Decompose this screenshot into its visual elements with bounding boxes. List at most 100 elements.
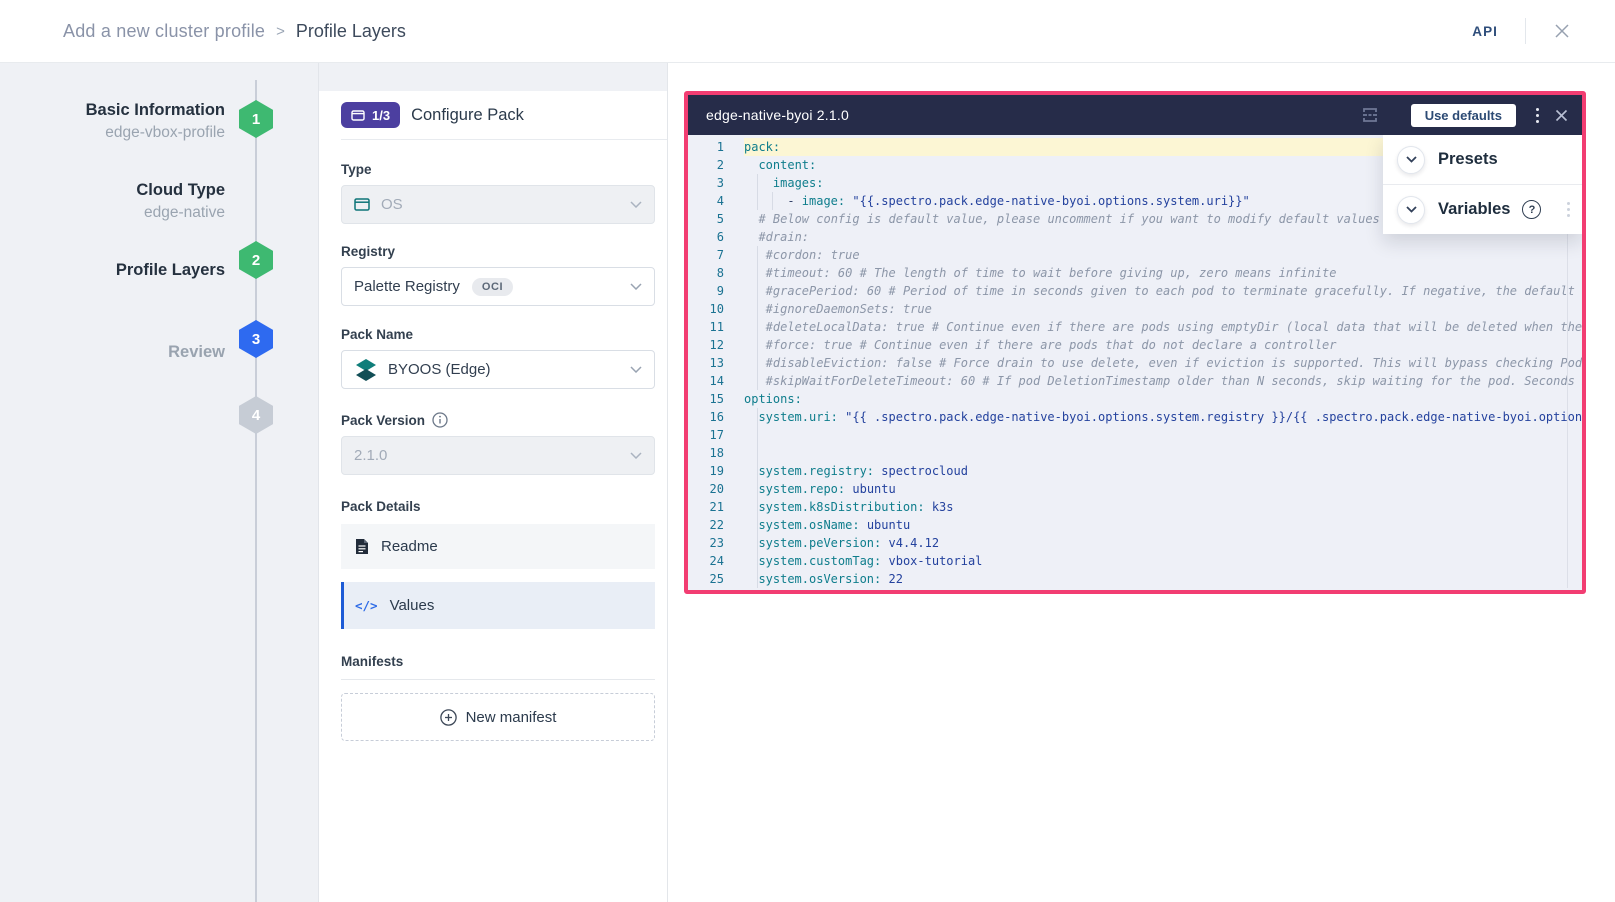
- breadcrumb-current: Profile Layers: [296, 21, 406, 42]
- chevron-down-icon: [630, 283, 642, 290]
- code-line[interactable]: 17: [688, 426, 1582, 444]
- step-badge-2[interactable]: 2: [239, 241, 273, 279]
- editor-kebab-menu-icon[interactable]: [1534, 106, 1541, 125]
- readme-doc-icon: [355, 538, 369, 555]
- step-badge-1[interactable]: 1: [239, 100, 273, 138]
- presets-row[interactable]: Presets: [1383, 135, 1582, 185]
- pack-version-value: 2.1.0: [354, 447, 387, 464]
- code-line[interactable]: 20 system.repo: ubuntu: [688, 480, 1582, 498]
- code-line[interactable]: 7 #cordon: true: [688, 246, 1582, 264]
- code-line[interactable]: 12 #force: true # Continue even if there…: [688, 336, 1582, 354]
- step-cloud-type[interactable]: Cloud Type edge-native: [0, 179, 225, 224]
- code-line[interactable]: 9 #gracePeriod: 60 # Period of time in s…: [688, 282, 1582, 300]
- step-badge-4[interactable]: 4: [239, 396, 273, 434]
- variables-label: Variables: [1438, 200, 1510, 219]
- line-number: 4: [688, 192, 744, 210]
- editor-header: edge-native-byoi 2.1.0 Use defaults: [688, 95, 1582, 135]
- pack-name-value: BYOOS (Edge): [388, 361, 491, 378]
- breadcrumb-root[interactable]: Add a new cluster profile: [63, 21, 265, 42]
- chevron-down-icon: [630, 452, 642, 459]
- values-tab[interactable]: </> Values: [341, 582, 655, 629]
- code-line[interactable]: 23 system.peVersion: v4.4.12: [688, 534, 1582, 552]
- code-line[interactable]: 25 system.osVersion: 22: [688, 570, 1582, 588]
- variables-row[interactable]: Variables ?: [1383, 185, 1582, 234]
- code-icon: </>: [355, 598, 378, 613]
- code-line[interactable]: 16 system.uri: "{{ .spectro.pack.edge-na…: [688, 408, 1582, 426]
- breadcrumb-separator: >: [276, 23, 285, 40]
- pack-version-select: 2.1.0: [341, 436, 655, 475]
- api-button[interactable]: API: [1472, 24, 1498, 39]
- plus-circle-icon: [440, 709, 457, 726]
- pack-name-select[interactable]: BYOOS (Edge): [341, 350, 655, 389]
- line-number: 25: [688, 570, 744, 588]
- presets-chevron-button[interactable]: [1397, 146, 1425, 174]
- use-defaults-button[interactable]: Use defaults: [1411, 104, 1516, 127]
- pack-details-label: Pack Details: [341, 499, 655, 514]
- line-number: 11: [688, 318, 744, 336]
- step-profile-layers[interactable]: Profile Layers: [0, 259, 225, 282]
- chevron-down-icon: [630, 366, 642, 373]
- type-value: OS: [381, 196, 403, 213]
- step-title: Profile Layers: [0, 259, 225, 282]
- line-number: 18: [688, 444, 744, 462]
- code-line[interactable]: 11 #deleteLocalData: true # Continue eve…: [688, 318, 1582, 336]
- line-number: 19: [688, 462, 744, 480]
- step-counter-text: 1/3: [372, 108, 390, 123]
- line-number: 8: [688, 264, 744, 282]
- top-header: Add a new cluster profile > Profile Laye…: [0, 0, 1615, 63]
- values-tab-label: Values: [390, 597, 435, 614]
- code-line[interactable]: 19 system.registry: spectrocloud: [688, 462, 1582, 480]
- code-line[interactable]: 14 #skipWaitForDeleteTimeout: 60 # If po…: [688, 372, 1582, 390]
- line-number: 23: [688, 534, 744, 552]
- line-number: 21: [688, 498, 744, 516]
- code-line[interactable]: 8 #timeout: 60 # The length of time to w…: [688, 264, 1582, 282]
- stepper-line: [255, 80, 257, 902]
- editor-pack-title: edge-native-byoi 2.1.0: [706, 107, 849, 123]
- variables-chevron-button[interactable]: [1397, 196, 1425, 224]
- info-icon[interactable]: [432, 412, 448, 428]
- line-number: 12: [688, 336, 744, 354]
- line-number: 1: [688, 138, 744, 156]
- new-manifest-label: New manifest: [466, 709, 557, 726]
- type-label: Type: [341, 162, 655, 177]
- code-line[interactable]: 13 #disableEviction: false # Force drain…: [688, 354, 1582, 372]
- code-line[interactable]: 21 system.k8sDistribution: k3s: [688, 498, 1582, 516]
- line-number: 24: [688, 552, 744, 570]
- code-line[interactable]: 10 #ignoreDaemonSets: true: [688, 300, 1582, 318]
- close-wizard-icon[interactable]: [1553, 22, 1571, 40]
- line-number: 22: [688, 516, 744, 534]
- variables-help-icon[interactable]: ?: [1522, 200, 1541, 219]
- editor-scrollbar[interactable]: [1567, 233, 1568, 588]
- step-title: Review: [0, 341, 225, 364]
- line-number: 15: [688, 390, 744, 408]
- readme-tab[interactable]: Readme: [341, 524, 655, 569]
- registry-label: Registry: [341, 244, 655, 259]
- expand-editor-icon[interactable]: [1359, 106, 1381, 124]
- line-number: 9: [688, 282, 744, 300]
- yaml-code-area[interactable]: 1pack:2 content:3 images:4 - image: "{{.…: [688, 135, 1582, 593]
- registry-select[interactable]: Palette Registry OCI: [341, 267, 655, 306]
- step-basic-information[interactable]: Basic Information edge-vbox-profile: [0, 99, 225, 144]
- step-badge-3[interactable]: 3: [239, 320, 273, 358]
- chevron-down-icon: [630, 201, 642, 208]
- line-number: 7: [688, 246, 744, 264]
- step-review[interactable]: Review: [0, 341, 225, 364]
- code-line[interactable]: 22 system.osName: ubuntu: [688, 516, 1582, 534]
- code-line[interactable]: 15options:: [688, 390, 1582, 408]
- line-number: 17: [688, 426, 744, 444]
- step-title: Basic Information: [0, 99, 225, 122]
- stepper-sidebar: Basic Information edge-vbox-profile 1 Cl…: [0, 63, 319, 902]
- new-manifest-button[interactable]: New manifest: [341, 693, 655, 741]
- variables-kebab-menu-icon[interactable]: [1565, 200, 1572, 219]
- pack-name-label: Pack Name: [341, 327, 655, 342]
- line-number: 2: [688, 156, 744, 174]
- step-title: Cloud Type: [0, 179, 225, 202]
- pack-step-counter: 1/3: [341, 102, 400, 128]
- presets-label: Presets: [1438, 150, 1498, 169]
- line-number: 6: [688, 228, 744, 246]
- editor-close-icon[interactable]: [1555, 109, 1568, 122]
- manifests-label: Manifests: [341, 654, 655, 669]
- code-line[interactable]: 18: [688, 444, 1582, 462]
- code-line[interactable]: 24 system.customTag: vbox-tutorial: [688, 552, 1582, 570]
- registry-value: Palette Registry: [354, 278, 460, 295]
